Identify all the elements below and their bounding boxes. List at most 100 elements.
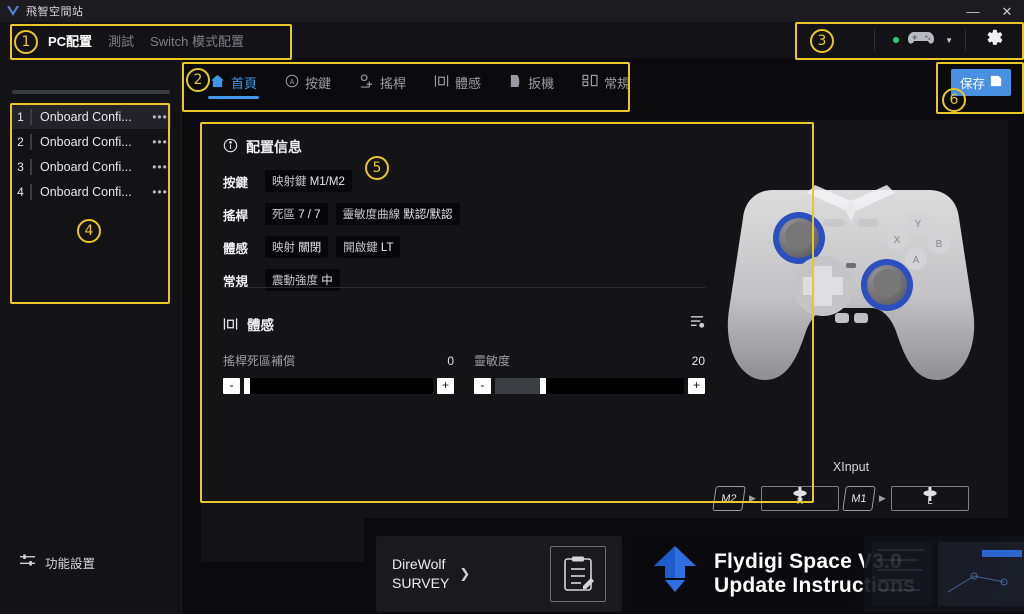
profile-index: 3 xyxy=(17,159,24,174)
save-button-label: 保存 xyxy=(959,77,985,91)
profile-name: Onboard Confi... xyxy=(40,184,132,199)
annotation-badge-3: 3 xyxy=(810,29,834,53)
nav-tab-group: 首頁 A 按鍵 搖桿 體感 扳機 常規 xyxy=(182,58,1024,110)
gamepad-icon xyxy=(906,29,936,52)
gear-icon xyxy=(984,27,1005,53)
slider-decrement-button[interactable]: - xyxy=(223,378,240,394)
blue-up-arrow-icon xyxy=(652,544,698,605)
config-tag-value: LT xyxy=(380,242,394,254)
profile-list: 1 Onboard Confi... ••• 2 Onboard Confi..… xyxy=(11,104,171,204)
profile-list-item[interactable]: 1 Onboard Confi... ••• xyxy=(11,104,171,129)
profile-menu-icon[interactable]: ••• xyxy=(149,185,171,199)
mapping-target-right-stick[interactable]: R xyxy=(760,485,839,511)
config-row-label: 搖桿 xyxy=(223,208,249,223)
config-tag-rows: 按鍵 映射鍵 M1/M2 搖桿 死區 7 / 7 靈敏度曲線 默認/默認 體感 … xyxy=(223,168,653,300)
annotation-badge-6: 6 xyxy=(942,88,966,112)
profile-menu-icon[interactable]: ••• xyxy=(149,135,171,149)
update-banner[interactable]: Flydigi Space V3.0 Update Instructions xyxy=(632,536,1024,612)
tab-joystick[interactable]: 搖桿 xyxy=(357,65,408,99)
info-icon xyxy=(223,138,238,156)
svg-text:A: A xyxy=(290,78,295,85)
config-tag-value: 默認/默認 xyxy=(403,209,453,221)
slider-sensitivity: 靈敏度 20 - + xyxy=(474,352,705,394)
config-info-header: 配置信息 xyxy=(223,137,302,157)
profile-accent-bar xyxy=(30,133,32,150)
sidebar-scrollbar[interactable] xyxy=(12,90,170,94)
mapping-arrow-icon: ▶ xyxy=(878,492,886,503)
close-button[interactable]: ✕ xyxy=(990,0,1024,22)
config-row-gyro: 體感 映射 關閉 開啟鍵 LT xyxy=(223,234,653,260)
minimize-button[interactable]: — xyxy=(956,0,990,22)
profile-list-item[interactable]: 4 Onboard Confi... ••• xyxy=(11,179,171,204)
config-tag-name: 死區 xyxy=(272,209,295,221)
config-row-general: 常規 震動強度 中 xyxy=(223,267,653,293)
config-tag-name: 靈敏度曲線 xyxy=(342,209,401,221)
clipboard-edit-icon xyxy=(550,546,606,602)
tab-label: 首頁 xyxy=(231,75,258,91)
config-tag: 靈敏度曲線 默認/默認 xyxy=(335,203,460,225)
config-tag-name: 震動強度 xyxy=(272,275,318,287)
mapping-key-m2[interactable]: M2 xyxy=(712,485,746,511)
slider-decrement-button[interactable]: - xyxy=(474,378,491,394)
device-selector[interactable]: ▼ xyxy=(875,24,965,56)
slider-increment-button[interactable]: + xyxy=(688,378,705,394)
config-tag-value: M1/M2 xyxy=(309,176,345,188)
mode-tab-test[interactable]: 測試 xyxy=(108,31,134,50)
gyro-section-title: 體感 xyxy=(247,318,274,333)
svg-text:A: A xyxy=(913,255,920,266)
config-tag: 映射鍵 M1/M2 xyxy=(265,170,352,192)
profile-menu-icon[interactable]: ••• xyxy=(149,110,171,124)
slider-track[interactable] xyxy=(495,378,684,394)
joystick-icon xyxy=(359,73,374,91)
title-bar: 飛智空間站 — ✕ xyxy=(0,0,1024,22)
slider-thumb[interactable] xyxy=(540,378,547,394)
profile-accent-bar xyxy=(30,158,32,175)
direwolf-survey-card[interactable]: DireWolf SURVEY ❯ xyxy=(376,536,622,612)
slider-value: 20 xyxy=(691,354,705,368)
config-tag: 死區 7 / 7 xyxy=(265,203,328,225)
mapping-target-left-stick[interactable]: L xyxy=(890,485,969,511)
tab-buttons[interactable]: A 按鍵 xyxy=(283,65,333,99)
profile-list-item[interactable]: 2 Onboard Confi... ••• xyxy=(11,129,171,154)
tab-label: 按鍵 xyxy=(305,75,332,91)
slider-thumb[interactable] xyxy=(244,378,250,394)
slider-increment-button[interactable]: + xyxy=(437,378,454,394)
slider-label: 搖桿死區補償 xyxy=(223,354,296,368)
mapping-key-m1[interactable]: M1 xyxy=(842,485,876,511)
config-row-label: 體感 xyxy=(223,241,249,256)
list-settings-icon[interactable] xyxy=(689,314,706,335)
slider-track[interactable] xyxy=(244,378,433,394)
survey-line-1: DireWolf xyxy=(392,556,446,573)
sidebar-item-label: 功能設置 xyxy=(45,556,96,571)
sidebar-item-function-settings[interactable]: 功能設置 xyxy=(0,546,182,578)
header-right-controls: ▼ xyxy=(874,24,1022,56)
profile-name: Onboard Confi... xyxy=(40,134,132,149)
tab-trigger[interactable]: 扳機 xyxy=(507,65,556,99)
survey-text: DireWolf SURVEY xyxy=(392,555,449,593)
gyro-icon xyxy=(223,317,238,331)
profile-menu-icon[interactable]: ••• xyxy=(149,160,171,174)
mode-tab-pc[interactable]: PC配置 xyxy=(48,31,92,50)
window-title: 飛智空間站 xyxy=(26,6,84,18)
svg-text:X: X xyxy=(894,235,901,246)
tab-gyro[interactable]: 體感 xyxy=(432,65,483,99)
right-stick-icon: R xyxy=(790,486,810,510)
slider-fill xyxy=(495,378,543,394)
svg-text:R: R xyxy=(797,496,804,505)
mode-tab-switch[interactable]: Switch 模式配置 xyxy=(150,31,244,50)
slider-label: 靈敏度 xyxy=(474,354,511,368)
section-divider xyxy=(223,287,706,288)
bottom-strip: DireWolf SURVEY ❯ Flydigi Space V3.0 Upd… xyxy=(364,518,1024,614)
config-tag: 映射 關閉 xyxy=(265,236,329,258)
svg-text:B: B xyxy=(936,239,943,250)
sliders-icon xyxy=(19,553,36,571)
annotation-badge-1: 1 xyxy=(14,30,38,54)
left-stick-icon: L xyxy=(920,486,940,510)
tab-general[interactable]: 常規 xyxy=(580,65,632,99)
tab-home[interactable]: 首頁 xyxy=(208,65,260,99)
settings-button[interactable] xyxy=(966,24,1022,56)
config-card: 配置信息 按鍵 映射鍵 M1/M2 搖桿 死區 7 / 7 靈敏度曲線 默認/默… xyxy=(201,120,1008,562)
config-tag-name: 映射鍵 xyxy=(272,176,307,188)
profile-index: 4 xyxy=(17,184,24,199)
profile-list-item[interactable]: 3 Onboard Confi... ••• xyxy=(11,154,171,179)
